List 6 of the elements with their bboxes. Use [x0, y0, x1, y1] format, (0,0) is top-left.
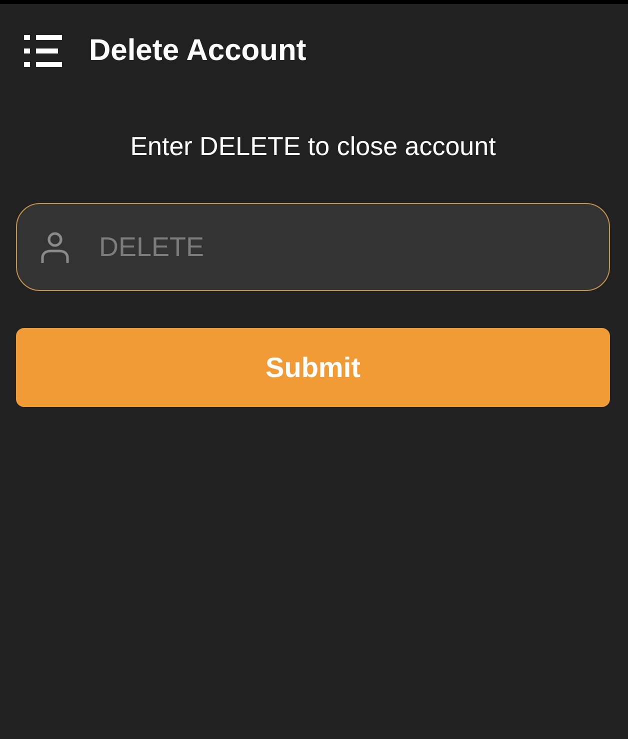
- instruction-text: Enter DELETE to close account: [130, 131, 496, 161]
- confirm-input-field[interactable]: DELETE: [16, 203, 610, 291]
- page-title: Delete Account: [89, 33, 306, 69]
- person-icon: [41, 232, 69, 263]
- submit-button[interactable]: Submit: [16, 328, 610, 407]
- menu-icon[interactable]: [24, 35, 62, 67]
